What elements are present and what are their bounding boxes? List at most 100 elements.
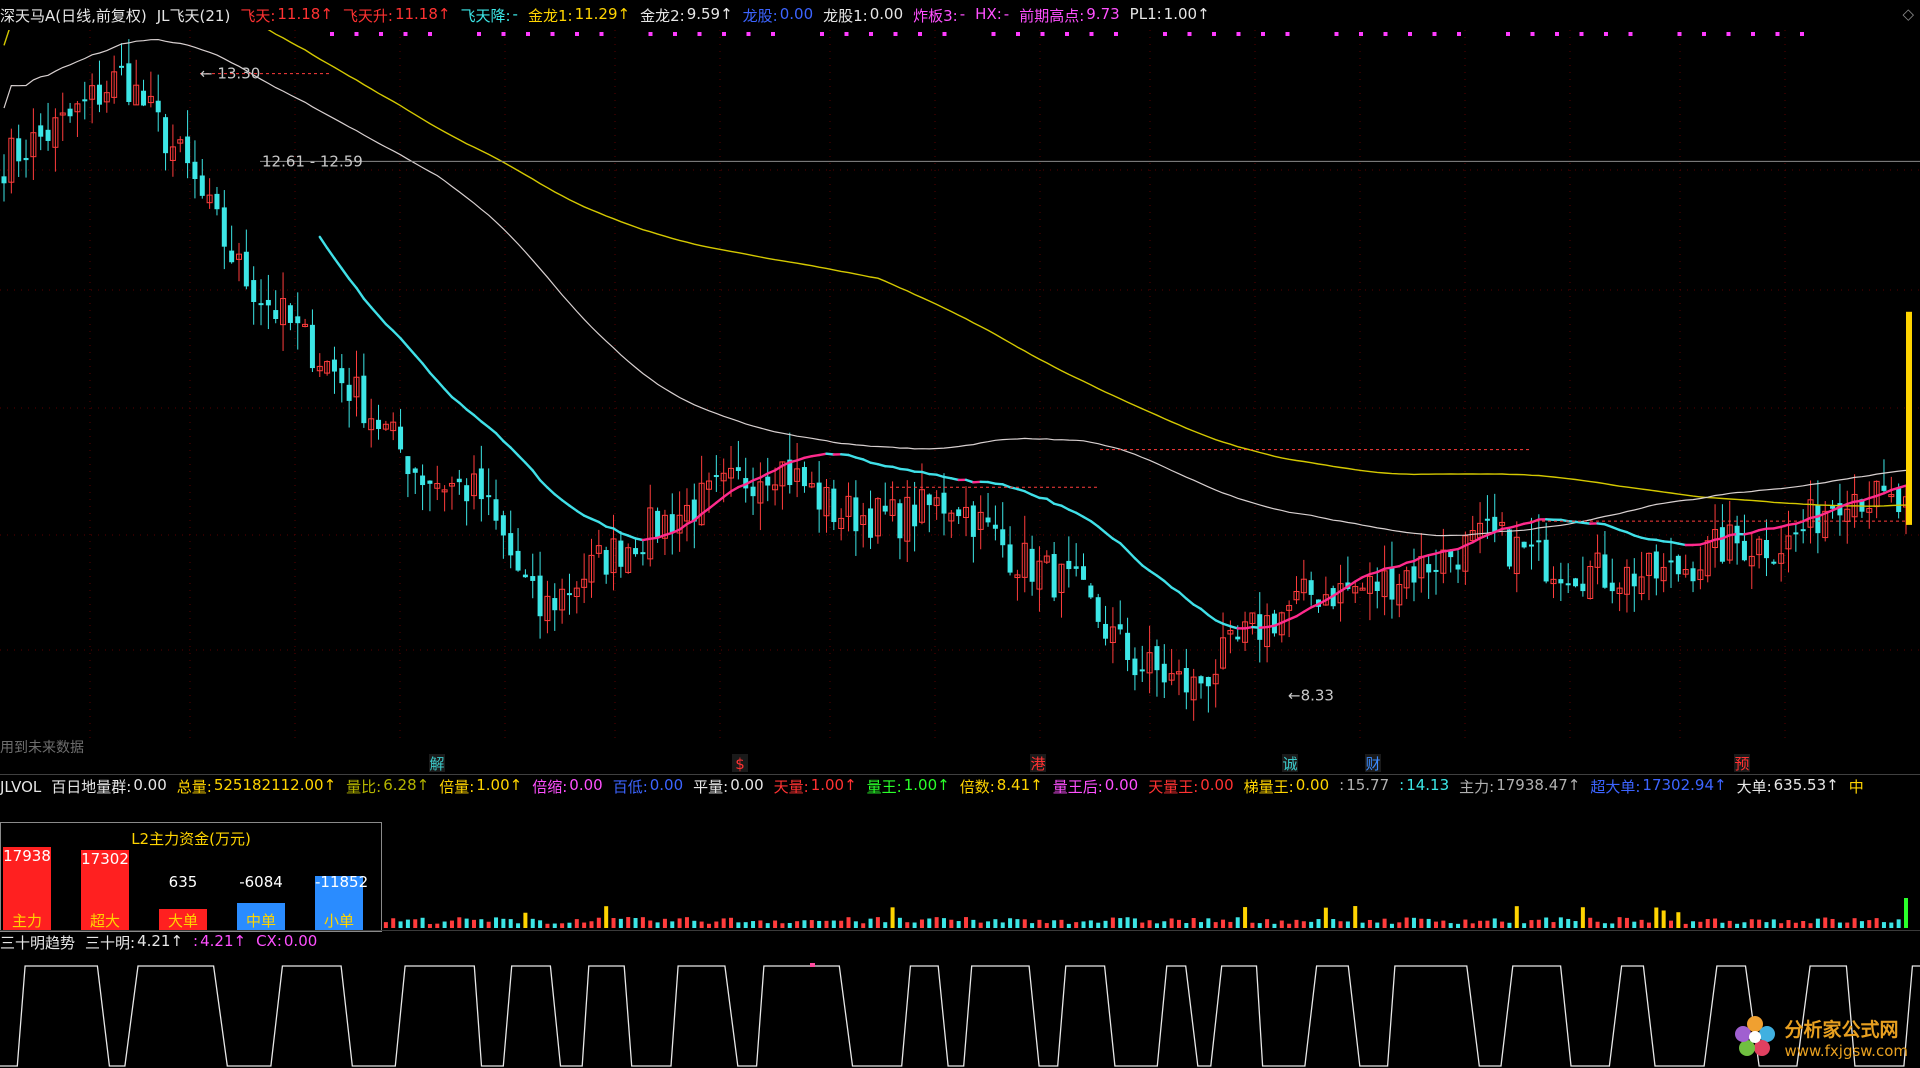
volume-bar (1294, 919, 1299, 928)
candle-body-down (853, 497, 859, 532)
oscillator-header-bar: 三十明趋势 三十明: 4.21↑:4.21↑ CX: 0.00 (0, 930, 1920, 954)
candle-body-down (633, 548, 639, 555)
volume-value-item: 主力: 17938.47↑ (1459, 776, 1581, 796)
volume-bar (1338, 921, 1343, 928)
watermark-name: 分析家公式网 (1784, 1018, 1899, 1041)
volume-bar (692, 920, 697, 928)
candle-body-down (618, 540, 624, 567)
candle-body-down (1573, 578, 1579, 587)
signal-marker-text: 预 (1734, 755, 1749, 773)
candle-body-down (1580, 583, 1586, 592)
volume-bar (1595, 921, 1600, 928)
feitian-line-segment (1170, 586, 1181, 594)
feitian-line-segment (333, 257, 344, 270)
flower-logo-icon (1735, 1016, 1776, 1056)
volume-value-item: 量王: 1.00↑ (866, 776, 950, 796)
candles (1, 39, 1909, 721)
magenta-dot (1432, 32, 1437, 36)
candle-body-down (1492, 516, 1498, 532)
volume-bar (486, 921, 491, 928)
candle-body-down (1668, 560, 1674, 563)
volume-bar (1257, 923, 1262, 928)
magenta-dot (1555, 32, 1559, 36)
volume-bar (545, 923, 550, 928)
site-watermark: 分析家公式网 www.fxjgsw.com (1732, 1014, 1908, 1060)
volume-bar (1250, 922, 1255, 928)
volume-bar (787, 922, 792, 928)
magenta-dot (330, 32, 334, 36)
feitian-line-segment (568, 504, 579, 513)
volume-bar (839, 920, 844, 928)
volume-bar (1147, 920, 1152, 928)
candle-body-down (199, 175, 205, 196)
volume-bar (1426, 918, 1431, 928)
volume-indicator-name[interactable]: JLVOL (0, 778, 41, 796)
candle-body-down (1426, 564, 1432, 573)
magenta-dot (428, 32, 432, 36)
header-value-item: 炸板3: - (913, 4, 966, 25)
feitian-line-segment (1199, 607, 1210, 617)
volume-bar (751, 921, 756, 928)
magenta-dot (1089, 32, 1094, 36)
volume-bar (1683, 923, 1688, 928)
signal-marker-text: 港 (1030, 755, 1045, 773)
volume-bar (1867, 920, 1872, 928)
candle-body-down (16, 138, 22, 162)
candle-body-down (1235, 636, 1241, 640)
volume-bar (1691, 921, 1696, 928)
candle-body-down (1154, 646, 1160, 671)
l2-bar-label: 中单 (245, 912, 276, 930)
oscillator-name[interactable]: 三十明趋势 (0, 932, 75, 953)
magenta-dot (1236, 32, 1241, 36)
candle-body-down (258, 303, 264, 306)
magenta-dot (575, 32, 579, 36)
volume-bar (1646, 922, 1651, 928)
candle-body-down (530, 576, 536, 581)
volume-value-item: 大单: 635.53↑ (1736, 776, 1839, 796)
volume-bar (1382, 918, 1387, 928)
candle-body-down (398, 426, 404, 450)
volume-value-item: 百低: 0.00 (612, 776, 684, 796)
volume-bar (530, 918, 535, 928)
price-chart[interactable]: ← 13.30 12.61 - 12.59 ←8.33 解 $ 港 诚 财 预 (0, 30, 1920, 774)
candle-body-down (1543, 539, 1549, 582)
volume-bar (1345, 921, 1350, 928)
volume-bar (802, 920, 807, 928)
candle-body-down (155, 100, 161, 113)
feitian-line-segment (1067, 508, 1078, 515)
candle-body-down (427, 480, 433, 484)
candle-body-down (346, 384, 352, 401)
candle-body-down (376, 419, 382, 430)
future-data-note: 用到未来数据 (0, 740, 84, 756)
feitian-line-segment (546, 486, 556, 496)
signal-marker: 诚 (1282, 754, 1298, 773)
volume-bar (464, 918, 469, 928)
indicator-name[interactable]: JL飞天(21) (157, 5, 231, 26)
feitian-line-segment (1089, 519, 1100, 528)
magenta-dot (477, 32, 481, 36)
volume-header-bar: JLVOL 百日地量群: 0.00 总量: 525182112.00↑ 量比: 6.28↑… (0, 774, 1920, 798)
signal-marker-text: 诚 (1282, 755, 1297, 773)
candle-body-down (493, 499, 499, 521)
header-value-item: 飞天: 11.18↑ (240, 4, 333, 25)
volume-value-item: 中 (1848, 778, 1864, 796)
oscillator-chart[interactable] (0, 954, 1920, 1068)
volume-bar (1434, 921, 1439, 928)
candle-body-down (1051, 554, 1057, 598)
feitian-line-segment (715, 495, 725, 504)
expand-icon[interactable]: ◇ (1902, 5, 1914, 23)
volume-bar (1779, 923, 1784, 928)
feitian-line-segment (1309, 602, 1320, 609)
feitian-line-segment (494, 431, 505, 443)
feitian-line-segment (355, 286, 366, 300)
candle-body-down (1007, 544, 1013, 573)
candle-body-down (1088, 585, 1094, 598)
volume-bar (1610, 923, 1615, 928)
volume-bar (1852, 918, 1857, 928)
volume-bar (1243, 907, 1248, 928)
candle-body-down (339, 368, 345, 384)
magenta-dot (1065, 32, 1069, 36)
volume-bar (1580, 907, 1585, 928)
symbol-title[interactable]: 深天马A(日线,前复权) (0, 5, 147, 26)
magenta-dot (1040, 32, 1045, 36)
